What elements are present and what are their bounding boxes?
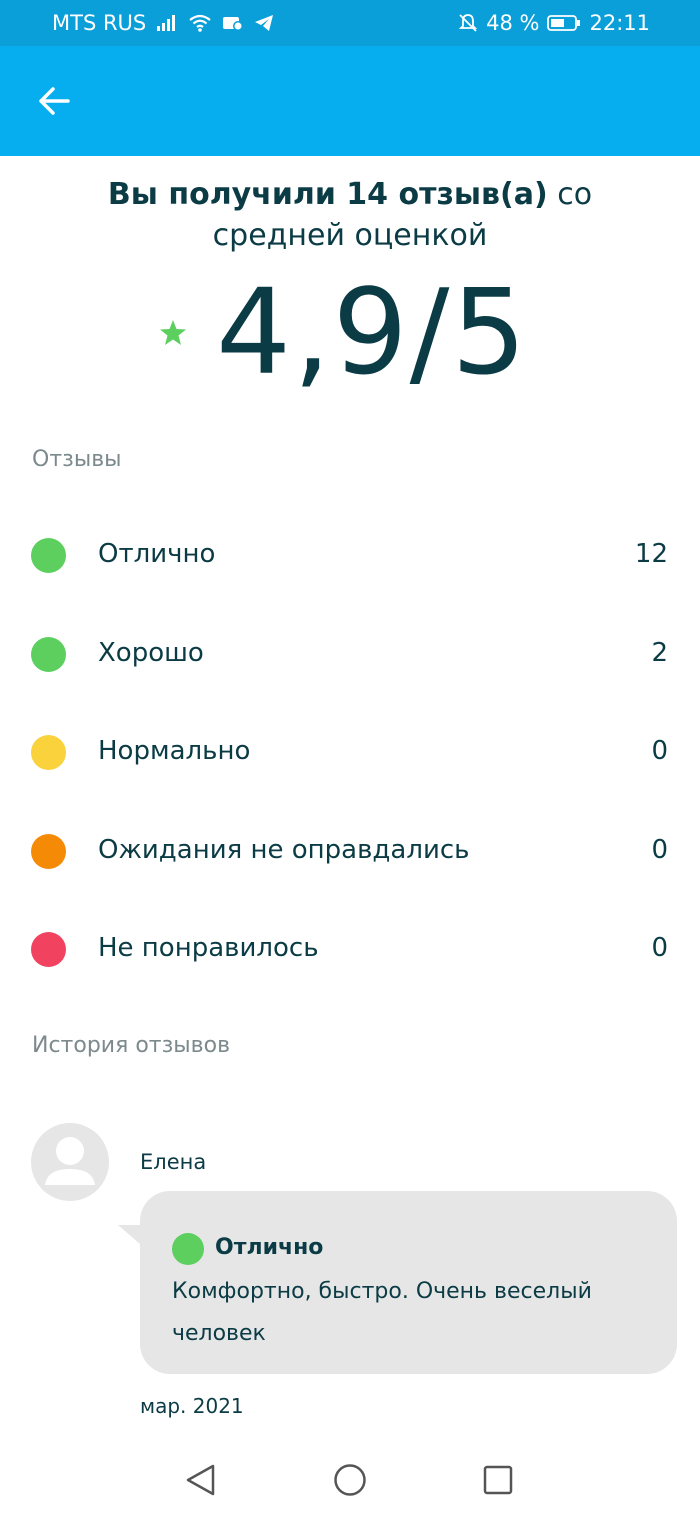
review-label: Не понравилось bbox=[98, 933, 319, 963]
bell-muted-icon bbox=[458, 13, 478, 33]
review-label: Отлично bbox=[98, 539, 216, 569]
triangle-back-icon bbox=[186, 1464, 215, 1496]
reviews-summary: Вы получили 14 отзыв(а) со средней оценк… bbox=[40, 174, 660, 256]
red-dot-icon bbox=[31, 932, 66, 967]
carrier-name: MTS RUS bbox=[52, 11, 147, 35]
orange-dot-icon bbox=[31, 834, 66, 869]
nav-recents-button[interactable] bbox=[478, 1460, 518, 1500]
telegram-icon bbox=[254, 14, 274, 32]
status-bar: MTS RUS 48 % 22:11 bbox=[0, 0, 700, 46]
review-date: мар. 2021 bbox=[140, 1394, 244, 1418]
review-count: 0 bbox=[651, 835, 668, 865]
vk-mail-icon bbox=[222, 14, 244, 32]
review-author: Елена bbox=[140, 1150, 207, 1174]
review-text: Комфортно, быстро. Очень веселый человек bbox=[172, 1279, 592, 1346]
review-count: 2 bbox=[651, 638, 668, 668]
review-row-excellent: Отлично 12 bbox=[0, 525, 700, 585]
avatar bbox=[31, 1123, 109, 1201]
wifi-icon bbox=[188, 14, 212, 32]
reviews-section-title: Отзывы bbox=[32, 447, 122, 472]
review-row-good: Хорошо 2 bbox=[0, 624, 700, 684]
square-recents-icon bbox=[483, 1465, 513, 1495]
rating-value: 4,9/5 bbox=[216, 263, 529, 401]
star-icon bbox=[160, 320, 186, 345]
system-nav-bar bbox=[0, 1440, 700, 1517]
average-rating: 4,9/5 bbox=[150, 262, 570, 402]
arrow-left-icon bbox=[39, 87, 70, 115]
green-dot-icon bbox=[31, 538, 66, 573]
back-button[interactable] bbox=[30, 79, 78, 123]
app-bar bbox=[0, 46, 700, 156]
review-row-disliked: Не понравилось 0 bbox=[0, 919, 700, 979]
status-bar-left: MTS RUS bbox=[52, 11, 274, 35]
battery-percent: 48 % bbox=[486, 11, 540, 35]
review-row-normal: Нормально 0 bbox=[0, 722, 700, 782]
circle-home-icon bbox=[334, 1464, 366, 1496]
review-label: Хорошо bbox=[98, 638, 204, 668]
signal-icon bbox=[156, 14, 178, 32]
summary-prefix: Вы получили 14 отзыв(а) bbox=[107, 177, 548, 212]
review-grade: Отлично bbox=[215, 1235, 324, 1260]
green-dot-icon bbox=[172, 1233, 204, 1265]
person-icon bbox=[45, 1137, 95, 1185]
history-section-title: История отзывов bbox=[32, 1033, 231, 1058]
review-count: 0 bbox=[651, 736, 668, 766]
nav-home-button[interactable] bbox=[330, 1460, 370, 1500]
status-bar-right: 48 % 22:11 bbox=[458, 11, 650, 35]
review-bubble: Отлично Комфортно, быстро. Очень веселый… bbox=[140, 1191, 677, 1374]
review-row-disappointed: Ожидания не оправдались 0 bbox=[0, 821, 700, 881]
review-label: Нормально bbox=[98, 736, 251, 766]
review-label: Ожидания не оправдались bbox=[98, 835, 470, 865]
battery-icon bbox=[547, 14, 581, 32]
yellow-dot-icon bbox=[31, 735, 66, 770]
review-count: 0 bbox=[651, 933, 668, 963]
clock: 22:11 bbox=[589, 11, 650, 35]
nav-back-button[interactable] bbox=[180, 1460, 220, 1500]
green-dot-icon bbox=[31, 637, 66, 672]
review-count: 12 bbox=[634, 539, 668, 569]
